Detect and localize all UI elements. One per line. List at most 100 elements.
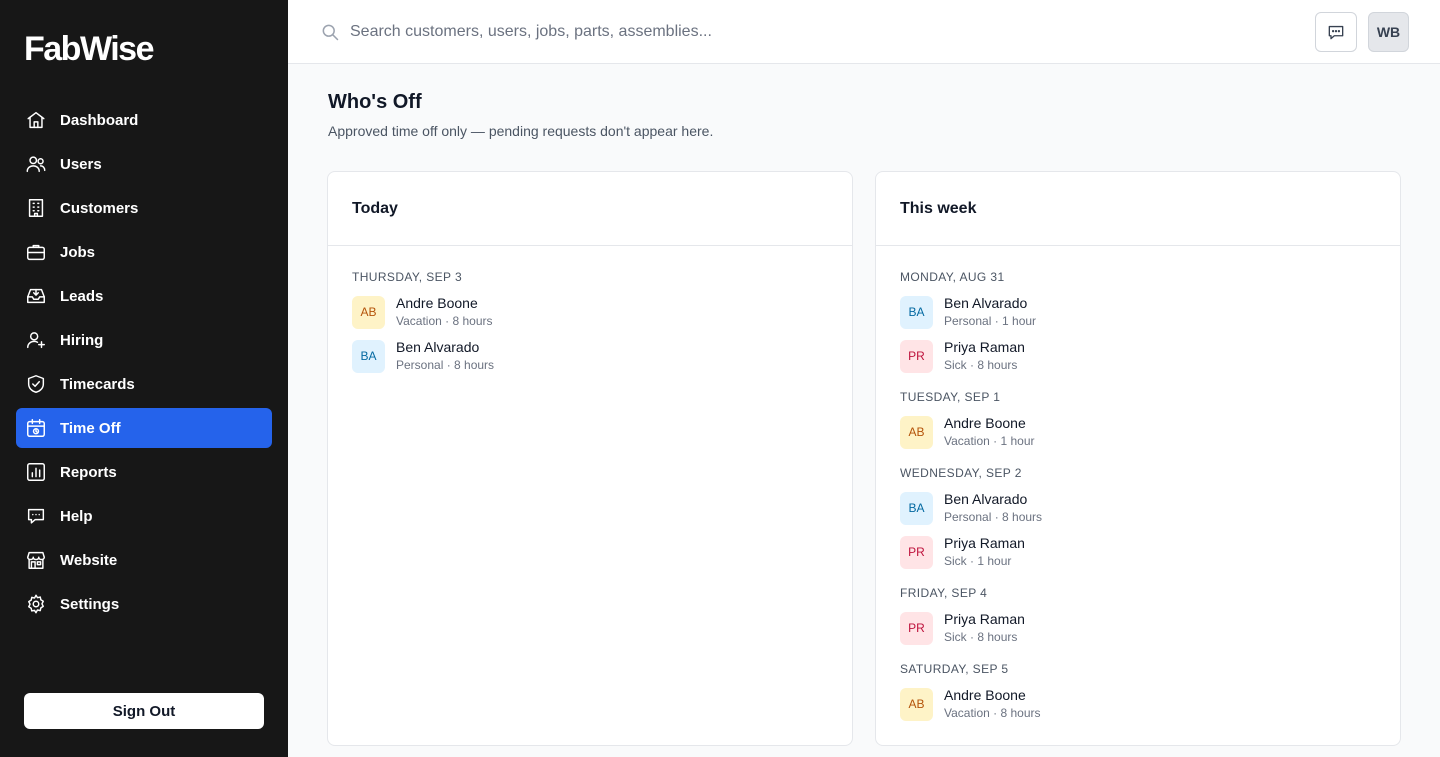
- sign-out-button[interactable]: Sign Out: [24, 693, 264, 729]
- time-off-entry[interactable]: AB Andre Boone Vacation · 8 hours: [352, 290, 828, 334]
- sidebar-item-time-off[interactable]: Time Off: [16, 408, 272, 448]
- time-off-detail: Personal · 1 hour: [944, 314, 1037, 328]
- time-off-detail: Sick · 8 hours: [944, 358, 1018, 372]
- employee-name: Priya Raman: [944, 339, 1025, 355]
- time-off-entry[interactable]: BA Ben Alvarado Personal · 8 hours: [352, 334, 828, 378]
- entry-text: Andre Boone Vacation · 1 hour: [944, 415, 1035, 449]
- this-week-card-body: MONDAY, AUG 31 BA Ben Alvarado Personal · 1…: [876, 246, 1400, 726]
- initials-avatar: AB: [900, 415, 933, 449]
- calendar-clock-icon: [24, 416, 48, 440]
- day-group: FRIDAY, SEP 4 PR Priya Raman Sick · 8 hours: [900, 586, 1376, 650]
- employee-name: Ben Alvarado: [944, 295, 1028, 311]
- day-label: THURSDAY, SEP 3: [352, 270, 463, 284]
- initials-avatar: AB: [352, 295, 385, 329]
- time-off-detail: Sick · 1 hour: [944, 554, 1012, 568]
- time-off-detail: Sick · 8 hours: [944, 630, 1018, 644]
- sidebar-item-label: Dashboard: [60, 111, 139, 129]
- page-title: Who's Off: [328, 91, 422, 113]
- day-label: FRIDAY, SEP 4: [900, 586, 988, 600]
- sidebar-item-label: Reports: [60, 463, 117, 481]
- day-label: WEDNESDAY, SEP 2: [900, 466, 1022, 480]
- sidebar-item-users[interactable]: Users: [16, 144, 272, 184]
- time-off-entry[interactable]: BA Ben Alvarado Personal · 1 hour: [900, 290, 1376, 334]
- time-off-entry[interactable]: PR Priya Raman Sick · 8 hours: [900, 334, 1376, 378]
- sidebar-item-label: Users: [60, 155, 102, 173]
- today-card-body: THURSDAY, SEP 3 AB Andre Boone Vacation · 8…: [328, 246, 852, 378]
- initials-avatar: AB: [900, 687, 933, 721]
- day-group: WEDNESDAY, SEP 2 BA Ben Alvarado Personal ·…: [900, 466, 1376, 574]
- time-off-entry[interactable]: PR Priya Raman Sick · 1 hour: [900, 530, 1376, 574]
- page-subtitle: Approved time off only — pending request…: [328, 123, 714, 139]
- day-label: SATURDAY, SEP 5: [900, 662, 1009, 676]
- time-off-detail: Personal · 8 hours: [396, 358, 495, 372]
- this-week-card-title: This week: [876, 172, 1400, 246]
- sidebar-item-label: Website: [60, 551, 118, 569]
- time-off-entry[interactable]: BA Ben Alvarado Personal · 8 hours: [900, 486, 1376, 530]
- day-group: TUESDAY, SEP 1 AB Andre Boone Vacation · 1 …: [900, 390, 1376, 454]
- time-off-entry[interactable]: AB Andre Boone Vacation · 1 hour: [900, 410, 1376, 454]
- day-label: TUESDAY, SEP 1: [900, 390, 1001, 404]
- employee-name: Priya Raman: [944, 611, 1025, 627]
- sidebar-item-timecards[interactable]: Timecards: [16, 364, 272, 404]
- app-logo[interactable]: FabWise: [24, 30, 155, 68]
- sidebar-item-customers[interactable]: Customers: [16, 188, 272, 228]
- users-icon: [24, 152, 48, 176]
- sidebar-item-jobs[interactable]: Jobs: [16, 232, 272, 272]
- day-group: MONDAY, AUG 31 BA Ben Alvarado Personal · 1…: [900, 270, 1376, 378]
- messages-button[interactable]: [1315, 12, 1357, 52]
- today-card: Today THURSDAY, SEP 3 AB Andre Boone Vacati…: [327, 171, 853, 746]
- sidebar-item-label: Leads: [60, 287, 104, 305]
- building-icon: [24, 196, 48, 220]
- day-label: MONDAY, AUG 31: [900, 270, 1005, 284]
- sidebar-item-hiring[interactable]: Hiring: [16, 320, 272, 360]
- day-group: THURSDAY, SEP 3 AB Andre Boone Vacation · 8…: [352, 270, 828, 378]
- entry-text: Andre Boone Vacation · 8 hours: [396, 295, 493, 329]
- search-input[interactable]: [350, 18, 1150, 46]
- top-bar: WB: [288, 0, 1440, 64]
- day-group: SATURDAY, SEP 5 AB Andre Boone Vacation · 8…: [900, 662, 1376, 726]
- sidebar-item-reports[interactable]: Reports: [16, 452, 272, 492]
- initials-avatar: BA: [352, 339, 385, 373]
- sidebar-item-label: Help: [60, 507, 93, 525]
- time-off-detail: Vacation · 1 hour: [944, 434, 1035, 448]
- time-off-entry[interactable]: PR Priya Raman Sick · 8 hours: [900, 606, 1376, 650]
- sidebar-item-dashboard[interactable]: Dashboard: [16, 100, 272, 140]
- storefront-icon: [24, 548, 48, 572]
- initials-avatar: PR: [900, 339, 933, 373]
- inbox-icon: [24, 284, 48, 308]
- entry-text: Ben Alvarado Personal · 8 hours: [944, 491, 1042, 525]
- chat-bubble-icon: [1326, 22, 1346, 42]
- employee-name: Andre Boone: [944, 415, 1026, 431]
- initials-avatar: BA: [900, 295, 933, 329]
- gear-icon: [24, 592, 48, 616]
- sidebar: FabWise Dashboard Users Customers Jobs Leads…: [0, 0, 288, 757]
- sidebar-item-website[interactable]: Website: [16, 540, 272, 580]
- sidebar-item-label: Customers: [60, 199, 139, 217]
- user-avatar[interactable]: WB: [1368, 12, 1409, 52]
- briefcase-icon: [24, 240, 48, 264]
- entry-text: Priya Raman Sick · 8 hours: [944, 611, 1025, 645]
- employee-name: Ben Alvarado: [396, 339, 480, 355]
- shield-check-icon: [24, 372, 48, 396]
- entry-text: Priya Raman Sick · 1 hour: [944, 535, 1025, 569]
- employee-name: Andre Boone: [944, 687, 1026, 703]
- sidebar-item-leads[interactable]: Leads: [16, 276, 272, 316]
- sidebar-item-settings[interactable]: Settings: [16, 584, 272, 624]
- time-off-detail: Vacation · 8 hours: [944, 706, 1041, 720]
- employee-name: Andre Boone: [396, 295, 478, 311]
- sidebar-nav: Dashboard Users Customers Jobs Leads Hiring Ti…: [16, 100, 272, 628]
- sidebar-item-label: Time Off: [60, 419, 121, 437]
- entry-text: Ben Alvarado Personal · 8 hours: [396, 339, 494, 373]
- time-off-detail: Vacation · 8 hours: [396, 314, 493, 328]
- user-plus-icon: [24, 328, 48, 352]
- search-icon: [320, 22, 340, 42]
- bar-chart-icon: [24, 460, 48, 484]
- this-week-card: This week MONDAY, AUG 31 BA Ben Alvarado Pe…: [875, 171, 1401, 746]
- employee-name: Priya Raman: [944, 535, 1025, 551]
- sidebar-item-label: Hiring: [60, 331, 104, 349]
- time-off-detail: Personal · 8 hours: [944, 510, 1043, 524]
- time-off-entry[interactable]: AB Andre Boone Vacation · 8 hours: [900, 682, 1376, 726]
- today-card-title: Today: [328, 172, 852, 246]
- entry-text: Ben Alvarado Personal · 1 hour: [944, 295, 1036, 329]
- sidebar-item-help[interactable]: Help: [16, 496, 272, 536]
